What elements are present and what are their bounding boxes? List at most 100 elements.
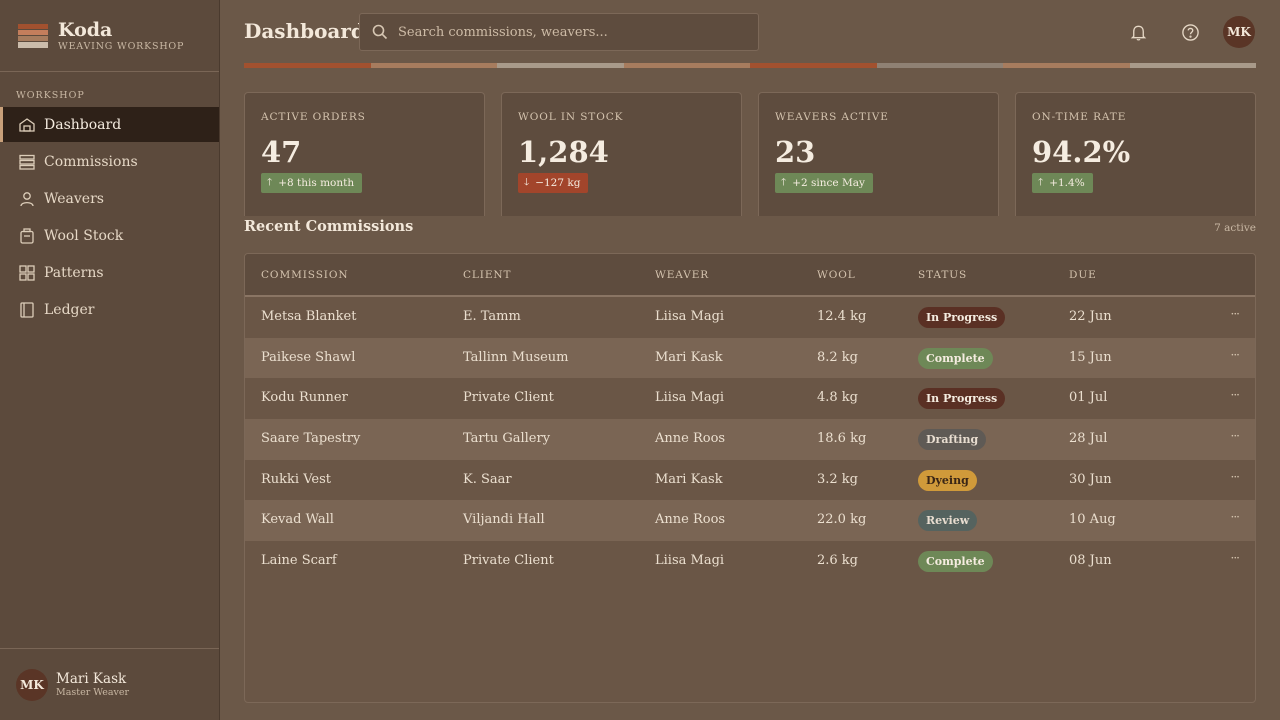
table-row[interactable]: Laine Scarf Private Client Liisa Magi 2.6 k… xyxy=(245,541,1255,582)
weave-segment xyxy=(1003,63,1130,68)
sidebar-item-wool-stock[interactable]: Wool Stock xyxy=(0,218,219,253)
stat-delta: 🡑 +2 since May xyxy=(775,173,873,193)
column-header-status[interactable]: Status xyxy=(918,269,967,281)
stat-value: 23 xyxy=(775,135,816,169)
brand[interactable]: Koda Weaving Workshop xyxy=(0,0,219,72)
more-options-icon[interactable]: ··· xyxy=(1231,348,1241,362)
cell-client: Tartu Gallery xyxy=(463,431,551,447)
table-body: Metsa Blanket E. Tamm Liisa Magi 12.4 kg In … xyxy=(245,297,1255,582)
cell-weaver: Anne Roos xyxy=(655,512,726,528)
sidebar-item-label: Commissions xyxy=(44,153,138,170)
stat-label: On-Time Rate xyxy=(1032,111,1127,123)
cell-wool: 18.6 kg xyxy=(817,431,867,447)
cell-client: Viljandi Hall xyxy=(463,512,545,528)
weave-segment xyxy=(497,63,624,68)
arrow-up-icon: 🡑 xyxy=(267,176,273,188)
arrow-up-icon: 🡑 xyxy=(1038,176,1044,188)
cell-wool: 22.0 kg xyxy=(817,512,867,528)
cell-weaver: Liisa Magi xyxy=(655,553,725,569)
cell-wool: 4.8 kg xyxy=(817,390,859,406)
commissions-table: Commission Client Weaver Wool Status Due… xyxy=(244,253,1256,703)
help-button[interactable] xyxy=(1178,20,1202,44)
more-options-icon[interactable]: ··· xyxy=(1231,388,1241,402)
cell-client: K. Saar xyxy=(463,471,512,487)
cell-commission: Paikese Shawl xyxy=(261,349,356,365)
more-options-icon[interactable]: ··· xyxy=(1231,510,1241,524)
cell-due: 22 Jun xyxy=(1069,309,1112,324)
table-row[interactable]: Kodu Runner Private Client Liisa Magi 4.8 k… xyxy=(245,378,1255,419)
sidebar-item-dashboard[interactable]: Dashboard xyxy=(0,107,219,142)
column-header-commission[interactable]: Commission xyxy=(261,269,348,281)
weave-segment xyxy=(370,63,497,68)
cell-commission: Rukki Vest xyxy=(261,471,331,487)
cell-due: 08 Jun xyxy=(1069,553,1112,569)
table-header: Commission Client Weaver Wool Status Due xyxy=(245,254,1255,297)
arrow-down-icon: 🡓 xyxy=(524,176,530,188)
cell-commission: Kevad Wall xyxy=(261,512,334,528)
column-header-wool[interactable]: Wool xyxy=(817,269,856,281)
more-options-icon[interactable]: ··· xyxy=(1231,470,1241,484)
sidebar-nav: Dashboard Commissions Weavers Wool Stock… xyxy=(0,107,219,327)
cell-due: 30 Jun xyxy=(1069,471,1112,487)
weave-segment xyxy=(750,63,877,68)
notifications-button[interactable] xyxy=(1126,20,1150,44)
user-name: Mari Kask xyxy=(56,670,127,687)
sidebar-item-label: Dashboard xyxy=(44,116,122,133)
sidebar-item-label: Weavers xyxy=(44,190,104,207)
user-role: Master Weaver xyxy=(56,686,130,698)
sidebar-item-commissions[interactable]: Commissions xyxy=(0,144,219,179)
stat-value: 94.2% xyxy=(1032,135,1131,169)
weave-segment xyxy=(244,63,371,68)
stat-label: Weavers Active xyxy=(775,111,889,123)
more-options-icon[interactable]: ··· xyxy=(1231,551,1241,565)
table-row[interactable]: Kevad Wall Viljandi Hall Anne Roos 22.0 kg R… xyxy=(245,500,1255,542)
search-input[interactable] xyxy=(398,24,738,40)
stat-card-active-orders[interactable]: Active Orders 47 🡑 +8 this month xyxy=(244,92,485,216)
cell-client: Private Client xyxy=(463,553,554,569)
sidebar: Koda Weaving Workshop Workshop Dashboard… xyxy=(0,0,220,720)
table-row[interactable]: Saare Tapestry Tartu Gallery Anne Roos 18.6… xyxy=(245,419,1255,460)
weave-segment xyxy=(1129,63,1256,68)
sidebar-item-ledger[interactable]: Ledger xyxy=(0,292,219,327)
sidebar-item-patterns[interactable]: Patterns xyxy=(0,255,219,290)
koda-logo-icon xyxy=(18,23,48,48)
stat-card-weavers-active[interactable]: Weavers Active 23 🡑 +2 since May xyxy=(758,92,999,216)
status-badge: Complete xyxy=(918,551,993,573)
table-row[interactable]: Paikese Shawl Tallinn Museum Mari Kask 8.2 … xyxy=(245,337,1255,379)
cell-wool: 12.4 kg xyxy=(817,309,867,324)
woven-divider xyxy=(244,63,1256,68)
stack-icon xyxy=(18,153,36,171)
stat-card-wool-in-stock[interactable]: Wool in Stock 1,284 🡓 −127 kg xyxy=(501,92,742,216)
cell-weaver: Mari Kask xyxy=(655,471,723,487)
cell-wool: 2.6 kg xyxy=(817,553,859,569)
header-avatar[interactable]: MK xyxy=(1223,16,1255,48)
cell-weaver: Mari Kask xyxy=(655,349,723,365)
status-badge: Dyeing xyxy=(918,469,977,491)
avatar: MK xyxy=(16,668,48,701)
status-badge: In Progress xyxy=(918,388,1006,410)
column-header-due[interactable]: Due xyxy=(1069,269,1097,281)
sidebar-user[interactable]: MK Mari Kask Master Weaver xyxy=(0,648,219,720)
help-icon xyxy=(1181,23,1199,41)
table-row[interactable]: Rukki Vest K. Saar Mari Kask 3.2 kg Dyeing 30… xyxy=(245,460,1255,501)
cell-commission: Kodu Runner xyxy=(261,390,348,406)
cell-commission: Metsa Blanket xyxy=(261,309,357,324)
table-row[interactable]: Metsa Blanket E. Tamm Liisa Magi 12.4 kg In … xyxy=(245,297,1255,338)
column-header-weaver[interactable]: Weaver xyxy=(655,269,709,281)
more-options-icon[interactable]: ··· xyxy=(1231,307,1241,321)
sidebar-item-weavers[interactable]: Weavers xyxy=(0,181,219,216)
stat-delta: 🡑 +1.4% xyxy=(1032,173,1093,193)
header: Dashboard MK xyxy=(220,0,1280,64)
cell-client: Private Client xyxy=(463,390,554,406)
stat-delta: 🡓 −127 kg xyxy=(518,173,589,193)
search-box[interactable] xyxy=(359,13,759,51)
more-options-icon[interactable]: ··· xyxy=(1231,429,1241,443)
sidebar-item-label: Patterns xyxy=(44,264,104,281)
cell-due: 28 Jul xyxy=(1069,431,1108,447)
sidebar-item-label: Wool Stock xyxy=(44,227,124,244)
page-title: Dashboard xyxy=(244,19,365,43)
stat-card-on-time-rate[interactable]: On-Time Rate 94.2% 🡑 +1.4% xyxy=(1015,92,1256,216)
column-header-client[interactable]: Client xyxy=(463,269,511,281)
person-icon xyxy=(18,190,36,208)
nav-section-label: Workshop xyxy=(16,90,85,101)
